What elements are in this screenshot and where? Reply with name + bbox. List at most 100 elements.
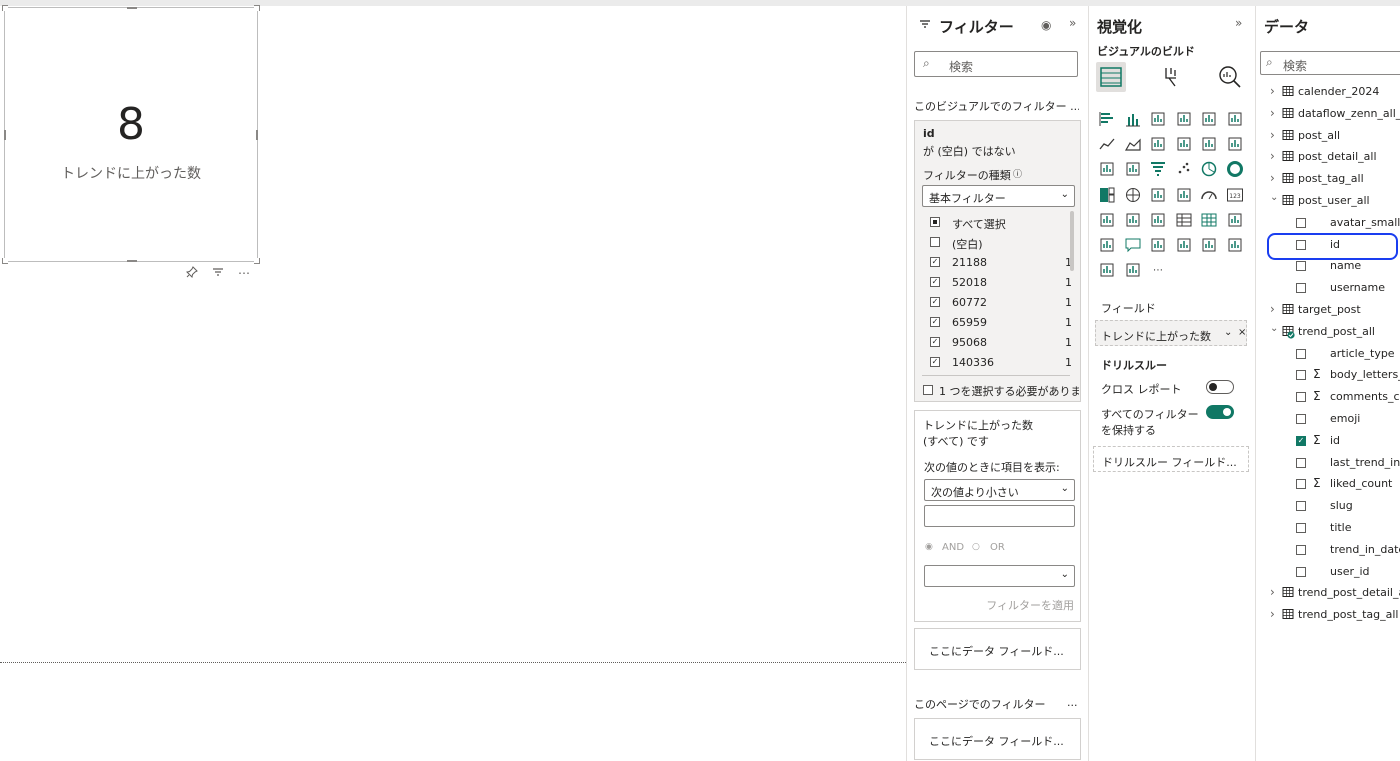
- donut-icon[interactable]: [1226, 160, 1244, 178]
- report-canvas[interactable]: 8 トレンドに上がった数 ⋯: [0, 5, 906, 761]
- or-radio[interactable]: ○: [972, 542, 980, 552]
- multirow-card-icon[interactable]: [1098, 211, 1116, 229]
- qa-icon[interactable]: [1124, 236, 1142, 254]
- key-influencers-icon[interactable]: [1098, 236, 1116, 254]
- filled-map-icon[interactable]: [1149, 186, 1167, 204]
- data-table-item[interactable]: › trend_post_tag_all: [1256, 606, 1400, 626]
- chevron-down-icon[interactable]: ⌄: [1270, 323, 1278, 334]
- field-checkbox[interactable]: [1296, 348, 1306, 359]
- pin-icon[interactable]: [185, 266, 198, 281]
- narrative-icon[interactable]: [1149, 236, 1167, 254]
- funnel-icon[interactable]: [1149, 160, 1167, 178]
- data-field-item[interactable]: Σliked_count: [1256, 475, 1400, 495]
- chevron-right-icon[interactable]: ›: [1270, 128, 1275, 142]
- page-add-field-well[interactable]: ここにデータ フィールド...: [914, 718, 1081, 760]
- card-visual[interactable]: 8 トレンドに上がった数: [2, 5, 260, 264]
- data-field-item[interactable]: name: [1256, 257, 1400, 277]
- filter-card-measure[interactable]: トレンドに上がった数 (すべて) です 次の値のときに項目を表示: 次の値より小…: [914, 410, 1081, 622]
- card-icon[interactable]: 123: [1226, 186, 1244, 204]
- power-apps-icon[interactable]: [1098, 261, 1116, 279]
- data-table-item[interactable]: › dataflow_zenn_all_user: [1256, 105, 1400, 125]
- require-single-checkbox[interactable]: [923, 385, 933, 395]
- more-options-icon[interactable]: ⋯: [238, 266, 250, 281]
- build-visual-tab[interactable]: [1096, 62, 1126, 92]
- resize-handle-right[interactable]: [256, 130, 258, 140]
- keep-filters-toggle[interactable]: [1206, 405, 1234, 419]
- field-pill[interactable]: トレンドに上がった数 ⌄ ×: [1095, 320, 1247, 346]
- data-field-item[interactable]: trend_in_datetime: [1256, 541, 1400, 561]
- field-checkbox[interactable]: ✓: [1296, 435, 1306, 446]
- line-stacked-column-icon[interactable]: [1098, 160, 1116, 178]
- chevron-right-icon[interactable]: ›: [1270, 585, 1275, 599]
- resize-corner-tr[interactable]: [254, 5, 260, 11]
- filter-card-id[interactable]: id が (空白) ではない フィルターの種類 ⓘ 基本フィルター ⌄ すべて選…: [914, 120, 1081, 402]
- chevron-right-icon[interactable]: ›: [1270, 171, 1275, 185]
- power-automate-icon[interactable]: [1124, 261, 1142, 279]
- field-checkbox[interactable]: [1296, 283, 1306, 294]
- resize-handle-top[interactable]: [127, 7, 137, 9]
- data-field-item[interactable]: last_trend_in_date: [1256, 454, 1400, 474]
- filter-value-checkbox[interactable]: ✓: [930, 317, 940, 327]
- matrix-icon[interactable]: [1200, 211, 1218, 229]
- chevron-down-icon[interactable]: ⌄: [1224, 327, 1232, 338]
- filter-icon[interactable]: [212, 266, 224, 281]
- data-field-item[interactable]: username: [1256, 279, 1400, 299]
- value-input[interactable]: [924, 505, 1075, 527]
- remove-icon[interactable]: ×: [1238, 327, 1246, 338]
- pie-icon[interactable]: [1200, 160, 1218, 178]
- azure-map-icon[interactable]: [1175, 186, 1193, 204]
- metrics-icon[interactable]: [1175, 236, 1193, 254]
- operator-select[interactable]: 次の値より小さい ⌄: [924, 479, 1075, 501]
- resize-corner-br[interactable]: [254, 258, 260, 264]
- data-field-item[interactable]: slug: [1256, 497, 1400, 517]
- cross-report-toggle[interactable]: [1206, 380, 1234, 394]
- 100pct-bar-icon[interactable]: [1200, 110, 1218, 128]
- clustered-column-icon[interactable]: [1175, 110, 1193, 128]
- analytics-tab[interactable]: [1217, 64, 1243, 90]
- clustered-bar-icon[interactable]: [1149, 110, 1167, 128]
- line-chart-icon[interactable]: [1098, 135, 1116, 153]
- data-table-item[interactable]: › calender_2024: [1256, 83, 1400, 103]
- chevron-right-icon[interactable]: ›: [1270, 149, 1275, 163]
- collapse-icon[interactable]: »: [1235, 16, 1242, 30]
- chevron-right-icon[interactable]: ›: [1270, 607, 1275, 621]
- field-checkbox[interactable]: [1296, 392, 1306, 403]
- filter-value-checkbox[interactable]: [930, 217, 940, 227]
- treemap-icon[interactable]: [1098, 186, 1116, 204]
- map-icon[interactable]: [1124, 186, 1142, 204]
- data-field-item[interactable]: ✓ Σid: [1256, 432, 1400, 452]
- collapse-icon[interactable]: »: [1069, 16, 1076, 30]
- data-table-item[interactable]: › trend_post_detail_all: [1256, 584, 1400, 604]
- data-table-item[interactable]: ⌄ trend_post_all: [1256, 323, 1400, 343]
- filter-value-checkbox[interactable]: ✓: [930, 257, 940, 267]
- data-field-item[interactable]: article_type: [1256, 345, 1400, 365]
- second-operator-select[interactable]: ⌄: [924, 565, 1075, 587]
- apply-filter-button[interactable]: フィルターを適用: [986, 597, 1074, 613]
- field-checkbox[interactable]: [1296, 457, 1306, 468]
- field-checkbox[interactable]: [1296, 544, 1306, 555]
- filter-type-select[interactable]: 基本フィルター ⌄: [922, 185, 1075, 207]
- data-field-item[interactable]: user_id: [1256, 563, 1400, 583]
- chevron-down-icon[interactable]: ⌄: [1270, 192, 1278, 203]
- filters-search-input[interactable]: ⌕ 検索: [914, 51, 1078, 77]
- field-checkbox[interactable]: [1296, 217, 1306, 228]
- data-search-input[interactable]: ⌕ 検索: [1260, 51, 1400, 75]
- data-table-item[interactable]: › post_all: [1256, 127, 1400, 147]
- filter-value-checkbox[interactable]: ✓: [930, 277, 940, 287]
- filter-value-checkbox[interactable]: [930, 237, 940, 247]
- chevron-right-icon[interactable]: ›: [1270, 84, 1275, 98]
- data-field-item[interactable]: avatar_small_url: [1256, 214, 1400, 234]
- drillthrough-well[interactable]: ドリルスルー フィールド...: [1093, 446, 1249, 472]
- field-checkbox[interactable]: [1296, 501, 1306, 512]
- stacked-area-icon[interactable]: [1149, 135, 1167, 153]
- decomposition-tree-icon[interactable]: [1226, 211, 1244, 229]
- kpi-icon[interactable]: [1124, 211, 1142, 229]
- filter-value-checkbox[interactable]: ✓: [930, 297, 940, 307]
- slicer-icon[interactable]: [1149, 211, 1167, 229]
- data-table-item[interactable]: › post_detail_all: [1256, 148, 1400, 168]
- field-checkbox[interactable]: [1296, 566, 1306, 577]
- chevron-right-icon[interactable]: ›: [1270, 106, 1275, 120]
- scatter-icon[interactable]: [1175, 160, 1193, 178]
- resize-handle-left[interactable]: [4, 130, 6, 140]
- waterfall-icon[interactable]: [1200, 135, 1218, 153]
